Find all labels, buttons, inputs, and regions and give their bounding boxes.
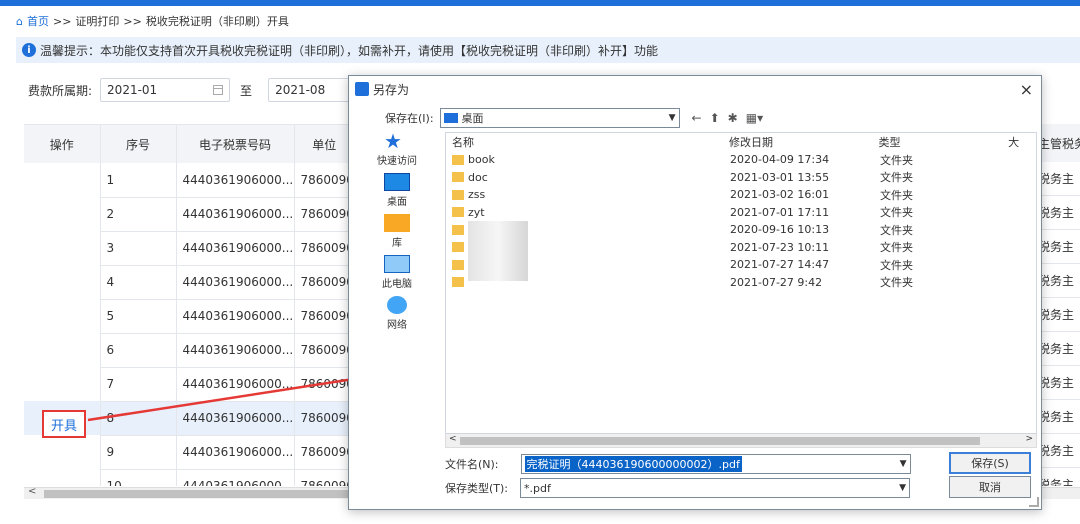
breadcrumb: ⌂ 首页 >> 证明打印 >> 税收完税证明（非印刷）开具 [16, 12, 289, 30]
breadcrumb-current: 税收完税证明（非印刷）开具 [145, 15, 289, 28]
folder-icon [452, 207, 464, 218]
place-desktop[interactable]: 桌面 [353, 173, 441, 209]
col-header-unit: 单位 [294, 125, 355, 163]
file-item[interactable]: book 2020-04-09 17:34 文件夹 [446, 151, 1036, 169]
folder-icon [452, 277, 464, 288]
folder-icon [452, 172, 464, 183]
places-bar: ★ 快速访问 桌面 库 此电脑 网络 [353, 129, 441, 332]
file-item[interactable]: 2021-07-27 14:47 文件夹 [446, 256, 1036, 274]
info-icon: i [22, 43, 36, 57]
place-this-pc[interactable]: 此电脑 [353, 255, 441, 291]
filename-row: 文件名(N): 完税证明（444036190600000002）.pdf ▼ [445, 454, 911, 474]
filter-bar: 费款所属期: 2021-01 至 2021-08 [28, 78, 399, 102]
table-right-column: 主管税务 税务主 税务主 税务主 税务主 税务主 税务主 税务主 税务主 税务主… [1038, 124, 1080, 486]
table-row[interactable]: 4 4440361906000... 7860090 [24, 265, 355, 300]
file-item[interactable]: doc 2021-03-01 13:55 文件夹 [446, 169, 1036, 187]
table-row[interactable]: 10 4440361906000... 7860090 [24, 469, 355, 486]
folder-icon [452, 154, 464, 165]
cancel-button[interactable]: 取消 [949, 476, 1031, 498]
issue-button[interactable]: 开具 [42, 410, 86, 438]
to-label: 至 [240, 83, 253, 98]
dialog-title: 另存为 [373, 82, 410, 97]
scroll-left-arrow-icon[interactable]: < [449, 434, 457, 444]
chevron-down-icon[interactable]: ▼ [900, 459, 907, 469]
chevron-down-icon: ▼ [668, 113, 676, 123]
file-item[interactable]: zyt 2021-07-01 17:11 文件夹 [446, 204, 1036, 222]
save-button[interactable]: 保存(S) [949, 452, 1031, 474]
tip-banner: i 温馨提示：本功能仅支持首次开具税收完税证明（非印刷），如需补开，请使用【税收… [16, 37, 1080, 63]
table-row[interactable]: 7 4440361906000... 7860090 [24, 367, 355, 402]
desktop-icon [443, 113, 458, 123]
save-in-row: 保存在(I): 桌面 ▼ ← ⬆ ✱ ▦▾ [385, 108, 763, 128]
start-date-input[interactable]: 2021-01 [100, 78, 231, 102]
file-list-header: 名称 修改日期 类型 大 [446, 133, 1036, 151]
chevron-down-icon[interactable]: ▼ [899, 483, 906, 493]
table-row[interactable]: 3 4440361906000... 7860090 [24, 231, 355, 266]
save-as-icon [355, 82, 369, 96]
col-size[interactable]: 大 [1008, 134, 1036, 150]
breadcrumb-sep: >> [52, 14, 72, 28]
back-icon[interactable]: ← [692, 111, 702, 125]
col-date[interactable]: 修改日期 [729, 134, 878, 150]
scroll-thumb[interactable] [44, 490, 364, 498]
filename-input[interactable]: 完税证明（444036190600000002）.pdf ▼ [520, 454, 911, 474]
col-header-ticket: 电子税票号码 [176, 125, 295, 163]
table-row[interactable]: 1 4440361906000... 7860090 [24, 163, 355, 198]
library-icon [384, 214, 410, 232]
col-header-action: 操作 [24, 125, 101, 163]
col-type[interactable]: 类型 [879, 134, 1009, 150]
file-item[interactable]: 2020-09-16 10:13 文件夹 [446, 221, 1036, 239]
folder-icon [452, 189, 464, 200]
scroll-thumb[interactable] [460, 437, 980, 445]
resize-grip[interactable] [1029, 497, 1039, 507]
filetype-row: 保存类型(T): *.pdf ▼ [445, 478, 911, 498]
scroll-left-arrow-icon[interactable]: < [28, 486, 36, 497]
new-folder-icon[interactable]: ✱ [728, 111, 738, 125]
file-item[interactable]: zss 2021-03-02 16:01 文件夹 [446, 186, 1036, 204]
computer-icon [384, 255, 410, 273]
save-in-label: 保存在(I): [385, 112, 434, 125]
col-name[interactable]: 名称 [446, 134, 729, 150]
desktop-icon [384, 173, 410, 191]
up-folder-icon[interactable]: ⬆ [710, 111, 720, 125]
file-list-horizontal-scrollbar[interactable]: < > [445, 434, 1037, 448]
table-row[interactable]: 9 4440361906000... 7860090 [24, 435, 355, 470]
filetype-select[interactable]: *.pdf ▼ [520, 478, 911, 498]
dialog-titlebar: 另存为 [349, 76, 1041, 102]
top-accent-bar [0, 0, 1080, 6]
table-row[interactable]: 6 4440361906000... 7860090 [24, 333, 355, 368]
breadcrumb-sep: >> [123, 14, 142, 28]
save-in-select[interactable]: 桌面 ▼ [439, 108, 680, 128]
close-icon[interactable]: × [1020, 80, 1033, 99]
folder-icon [452, 224, 464, 235]
folder-icon [452, 259, 464, 270]
col-header-seq: 序号 [100, 125, 177, 163]
table-row[interactable]: 2 4440361906000... 7860090 [24, 197, 355, 232]
calendar-icon[interactable] [213, 85, 224, 95]
star-icon: ★ [384, 129, 402, 153]
breadcrumb-item[interactable]: 证明打印 [75, 13, 119, 29]
place-library[interactable]: 库 [353, 214, 441, 250]
place-network[interactable]: 网络 [353, 296, 441, 332]
table-row[interactable]: 5 4440361906000... 7860090 [24, 299, 355, 334]
file-list: 名称 修改日期 类型 大 book 2020-04-09 17:34 文件夹 doc… [445, 132, 1037, 434]
file-item[interactable]: 2021-07-23 10:11 文件夹 [446, 239, 1036, 257]
save-as-dialog: 另存为 × 保存在(I): 桌面 ▼ ← ⬆ ✱ ▦▾ ★ 快速访问 桌面 库 [348, 75, 1042, 510]
dialog-toolbar: ← ⬆ ✱ ▦▾ [692, 111, 764, 125]
file-item[interactable]: 2021-07-27 9:42 文件夹 [446, 274, 1036, 292]
filetype-label: 保存类型(T): [445, 482, 509, 495]
home-icon[interactable]: ⌂ [16, 15, 23, 28]
place-quick-access[interactable]: ★ 快速访问 [353, 129, 441, 168]
view-menu-icon[interactable]: ▦▾ [746, 111, 763, 125]
scroll-right-arrow-icon[interactable]: > [1025, 434, 1033, 444]
filename-label: 文件名(N): [445, 458, 499, 471]
col-header-tax-office: 主管税务 [1038, 124, 1080, 162]
folder-icon [452, 242, 464, 253]
period-label: 费款所属期: [28, 83, 93, 98]
network-icon [387, 296, 407, 314]
tip-text: 温馨提示：本功能仅支持首次开具税收完税证明（非印刷），如需补开，请使用【税收完税… [40, 43, 659, 58]
redacted-area [468, 221, 528, 281]
breadcrumb-home[interactable]: 首页 [27, 13, 49, 29]
